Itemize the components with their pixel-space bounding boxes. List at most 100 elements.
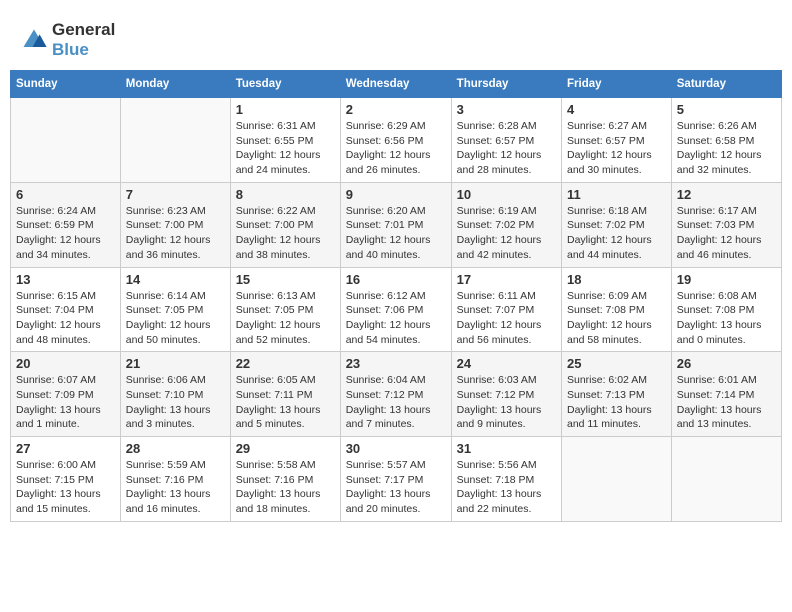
calendar-week-row: 13Sunrise: 6:15 AM Sunset: 7:04 PM Dayli…: [11, 267, 782, 352]
day-number: 27: [16, 441, 115, 456]
day-info: Sunrise: 6:28 AM Sunset: 6:57 PM Dayligh…: [457, 119, 556, 178]
day-header-thursday: Thursday: [451, 71, 561, 98]
day-info: Sunrise: 5:56 AM Sunset: 7:18 PM Dayligh…: [457, 458, 556, 517]
day-info: Sunrise: 6:24 AM Sunset: 6:59 PM Dayligh…: [16, 204, 115, 263]
calendar-day-cell: 30 Sunrise: 5:57 AM Sunset: 7:17 PM Dayli…: [340, 437, 451, 522]
day-info: Sunrise: 5:59 AM Sunset: 7:16 PM Dayligh…: [126, 458, 225, 517]
calendar-day-cell: 6 Sunrise: 6:24 AM Sunset: 6:59 PM Daylig…: [11, 182, 121, 267]
day-info: Sunrise: 6:09 AM Sunset: 7:08 PM Dayligh…: [567, 289, 666, 348]
calendar-header-row: SundayMondayTuesdayWednesdayThursdayFrid…: [11, 71, 782, 98]
day-number: 22: [236, 356, 335, 371]
day-number: 2: [346, 102, 446, 117]
logo-text: General Blue: [52, 20, 115, 60]
day-info: Sunrise: 6:11 AM Sunset: 7:07 PM Dayligh…: [457, 289, 556, 348]
day-header-saturday: Saturday: [671, 71, 781, 98]
calendar-day-cell: 31 Sunrise: 5:56 AM Sunset: 7:18 PM Dayli…: [451, 437, 561, 522]
day-info: Sunrise: 6:02 AM Sunset: 7:13 PM Dayligh…: [567, 373, 666, 432]
day-number: 28: [126, 441, 225, 456]
calendar-day-cell: 17 Sunrise: 6:11 AM Sunset: 7:07 PM Dayli…: [451, 267, 561, 352]
day-info: Sunrise: 6:01 AM Sunset: 7:14 PM Dayligh…: [677, 373, 776, 432]
day-number: 16: [346, 272, 446, 287]
calendar-day-cell: 9Sunrise: 6:20 AM Sunset: 7:01 PM Daylig…: [340, 182, 451, 267]
day-info: Sunrise: 6:08 AM Sunset: 7:08 PM Dayligh…: [677, 289, 776, 348]
day-info: Sunrise: 5:58 AM Sunset: 7:16 PM Dayligh…: [236, 458, 335, 517]
day-header-tuesday: Tuesday: [230, 71, 340, 98]
day-header-sunday: Sunday: [11, 71, 121, 98]
calendar-day-cell: [120, 98, 230, 183]
day-info: Sunrise: 5:57 AM Sunset: 7:17 PM Dayligh…: [346, 458, 446, 517]
day-info: Sunrise: 6:06 AM Sunset: 7:10 PM Dayligh…: [126, 373, 225, 432]
day-number: 29: [236, 441, 335, 456]
day-number: 21: [126, 356, 225, 371]
day-number: 3: [457, 102, 556, 117]
calendar-day-cell: 28 Sunrise: 5:59 AM Sunset: 7:16 PM Dayli…: [120, 437, 230, 522]
day-number: 15: [236, 272, 335, 287]
day-number: 11: [567, 187, 666, 202]
day-info: Sunrise: 6:05 AM Sunset: 7:11 PM Dayligh…: [236, 373, 335, 432]
day-info: Sunrise: 6:04 AM Sunset: 7:12 PM Dayligh…: [346, 373, 446, 432]
calendar-day-cell: 3 Sunrise: 6:28 AM Sunset: 6:57 PM Daylig…: [451, 98, 561, 183]
day-info: Sunrise: 6:31 AM Sunset: 6:55 PM Dayligh…: [236, 119, 335, 178]
logo: General Blue: [20, 20, 115, 60]
day-number: 14: [126, 272, 225, 287]
calendar-day-cell: 11Sunrise: 6:18 AM Sunset: 7:02 PM Dayli…: [562, 182, 672, 267]
calendar-day-cell: 20 Sunrise: 6:07 AM Sunset: 7:09 PM Dayli…: [11, 352, 121, 437]
calendar-day-cell: 7Sunrise: 6:23 AM Sunset: 7:00 PM Daylig…: [120, 182, 230, 267]
day-number: 6: [16, 187, 115, 202]
day-number: 23: [346, 356, 446, 371]
logo-icon: [20, 26, 48, 54]
day-number: 12: [677, 187, 776, 202]
day-header-wednesday: Wednesday: [340, 71, 451, 98]
calendar-week-row: 1 Sunrise: 6:31 AM Sunset: 6:55 PM Daylig…: [11, 98, 782, 183]
day-info: Sunrise: 6:23 AM Sunset: 7:00 PM Dayligh…: [126, 204, 225, 263]
calendar-day-cell: [562, 437, 672, 522]
calendar-day-cell: 22 Sunrise: 6:05 AM Sunset: 7:11 PM Dayli…: [230, 352, 340, 437]
calendar-day-cell: 8 Sunrise: 6:22 AM Sunset: 7:00 PM Daylig…: [230, 182, 340, 267]
day-number: 25: [567, 356, 666, 371]
day-info: Sunrise: 6:14 AM Sunset: 7:05 PM Dayligh…: [126, 289, 225, 348]
day-number: 5: [677, 102, 776, 117]
day-number: 8: [236, 187, 335, 202]
day-info: Sunrise: 6:27 AM Sunset: 6:57 PM Dayligh…: [567, 119, 666, 178]
calendar-day-cell: 23 Sunrise: 6:04 AM Sunset: 7:12 PM Dayli…: [340, 352, 451, 437]
calendar-table: SundayMondayTuesdayWednesdayThursdayFrid…: [10, 70, 782, 522]
day-number: 17: [457, 272, 556, 287]
day-number: 30: [346, 441, 446, 456]
calendar-day-cell: 29 Sunrise: 5:58 AM Sunset: 7:16 PM Dayli…: [230, 437, 340, 522]
day-info: Sunrise: 6:29 AM Sunset: 6:56 PM Dayligh…: [346, 119, 446, 178]
day-info: Sunrise: 6:00 AM Sunset: 7:15 PM Dayligh…: [16, 458, 115, 517]
header: General Blue: [10, 10, 782, 65]
day-number: 31: [457, 441, 556, 456]
calendar-day-cell: 27 Sunrise: 6:00 AM Sunset: 7:15 PM Dayli…: [11, 437, 121, 522]
calendar-day-cell: [671, 437, 781, 522]
calendar-day-cell: 25 Sunrise: 6:02 AM Sunset: 7:13 PM Dayli…: [562, 352, 672, 437]
day-info: Sunrise: 6:13 AM Sunset: 7:05 PM Dayligh…: [236, 289, 335, 348]
day-info: Sunrise: 6:07 AM Sunset: 7:09 PM Dayligh…: [16, 373, 115, 432]
calendar-day-cell: 21 Sunrise: 6:06 AM Sunset: 7:10 PM Dayli…: [120, 352, 230, 437]
calendar-day-cell: 2 Sunrise: 6:29 AM Sunset: 6:56 PM Daylig…: [340, 98, 451, 183]
calendar-week-row: 27 Sunrise: 6:00 AM Sunset: 7:15 PM Dayli…: [11, 437, 782, 522]
calendar-day-cell: [11, 98, 121, 183]
day-number: 24: [457, 356, 556, 371]
calendar-day-cell: 16 Sunrise: 6:12 AM Sunset: 7:06 PM Dayli…: [340, 267, 451, 352]
day-number: 20: [16, 356, 115, 371]
day-header-friday: Friday: [562, 71, 672, 98]
day-number: 1: [236, 102, 335, 117]
calendar-day-cell: 24Sunrise: 6:03 AM Sunset: 7:12 PM Dayli…: [451, 352, 561, 437]
day-info: Sunrise: 6:26 AM Sunset: 6:58 PM Dayligh…: [677, 119, 776, 178]
day-info: Sunrise: 6:20 AM Sunset: 7:01 PM Dayligh…: [346, 204, 446, 263]
day-number: 19: [677, 272, 776, 287]
calendar-day-cell: 4Sunrise: 6:27 AM Sunset: 6:57 PM Daylig…: [562, 98, 672, 183]
calendar-week-row: 6 Sunrise: 6:24 AM Sunset: 6:59 PM Daylig…: [11, 182, 782, 267]
day-header-monday: Monday: [120, 71, 230, 98]
calendar-week-row: 20 Sunrise: 6:07 AM Sunset: 7:09 PM Dayli…: [11, 352, 782, 437]
calendar-day-cell: 5 Sunrise: 6:26 AM Sunset: 6:58 PM Daylig…: [671, 98, 781, 183]
day-info: Sunrise: 6:17 AM Sunset: 7:03 PM Dayligh…: [677, 204, 776, 263]
calendar-day-cell: 13Sunrise: 6:15 AM Sunset: 7:04 PM Dayli…: [11, 267, 121, 352]
calendar-day-cell: 26Sunrise: 6:01 AM Sunset: 7:14 PM Dayli…: [671, 352, 781, 437]
day-number: 10: [457, 187, 556, 202]
calendar-day-cell: 18Sunrise: 6:09 AM Sunset: 7:08 PM Dayli…: [562, 267, 672, 352]
day-info: Sunrise: 6:12 AM Sunset: 7:06 PM Dayligh…: [346, 289, 446, 348]
day-info: Sunrise: 6:19 AM Sunset: 7:02 PM Dayligh…: [457, 204, 556, 263]
day-info: Sunrise: 6:22 AM Sunset: 7:00 PM Dayligh…: [236, 204, 335, 263]
